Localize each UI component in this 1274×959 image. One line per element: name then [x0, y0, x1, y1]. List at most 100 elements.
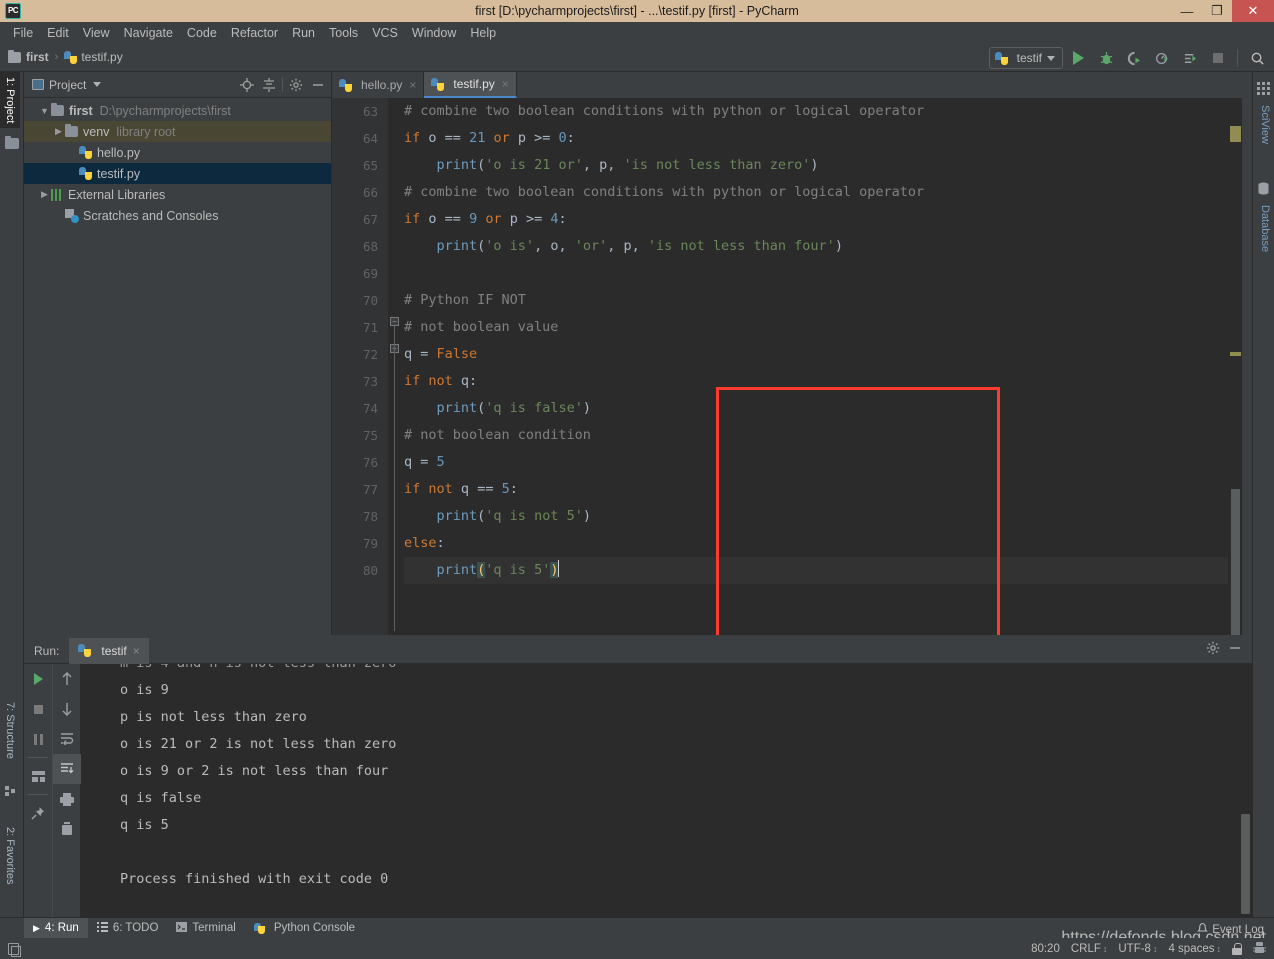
run-with-console-button[interactable]: [1177, 46, 1203, 70]
code-line[interactable]: # combine two boolean conditions with py…: [404, 179, 1242, 206]
inspection-icon[interactable]: [1253, 941, 1266, 957]
tree-expand-arrow[interactable]: ▼: [38, 106, 51, 116]
menu-vcs[interactable]: VCS: [365, 24, 405, 42]
tree-node-testif-py[interactable]: testif.py: [24, 163, 331, 184]
file-encoding[interactable]: UTF-8 ↕: [1118, 943, 1157, 955]
menu-navigate[interactable]: Navigate: [117, 24, 180, 42]
code-line[interactable]: print('q is not 5'): [404, 503, 1242, 530]
tree-node-scratches[interactable]: Scratches and Consoles: [24, 205, 331, 226]
chevron-down-icon[interactable]: [93, 82, 102, 87]
caret-position[interactable]: 80:20: [1031, 943, 1060, 955]
run-tab-testif[interactable]: testif ×: [69, 637, 149, 664]
sidebar-tab-structure[interactable]: 7: Structure: [0, 697, 20, 764]
hide-icon[interactable]: [1228, 641, 1242, 660]
sidebar-tab-sciview[interactable]: SciView: [1255, 100, 1274, 149]
tree-node-first[interactable]: ▼ first D:\pycharmprojects\first: [24, 100, 331, 121]
up-arrow-icon[interactable]: [53, 664, 81, 694]
scrollbar-thumb[interactable]: [1231, 489, 1240, 635]
bottom-tab-todo[interactable]: 6: TODO: [88, 918, 168, 939]
hide-icon[interactable]: [309, 76, 327, 94]
sidebar-tab-project[interactable]: 1: Project: [0, 72, 20, 129]
lock-icon[interactable]: [1232, 942, 1242, 955]
menu-run[interactable]: Run: [285, 24, 322, 42]
profile-button[interactable]: [1149, 46, 1175, 70]
tree-expand-arrow[interactable]: ▶: [52, 126, 65, 137]
code-line[interactable]: print('q is 5'): [404, 557, 1242, 584]
pin-icon[interactable]: [24, 798, 52, 828]
settings-icon[interactable]: [1206, 641, 1220, 660]
print-icon[interactable]: [53, 784, 81, 814]
coverage-button[interactable]: [1121, 46, 1147, 70]
code-line[interactable]: # not boolean value: [404, 314, 1242, 341]
code-line[interactable]: print('o is 21 or', p, 'is not less than…: [404, 152, 1242, 179]
locate-icon[interactable]: [238, 76, 256, 94]
down-arrow-icon[interactable]: [53, 694, 81, 724]
breadcrumb-file[interactable]: testif.py: [81, 50, 122, 64]
code-line[interactable]: # not boolean condition: [404, 422, 1242, 449]
toggle-toolbar-icon[interactable]: [8, 942, 21, 957]
code-content[interactable]: # combine two boolean conditions with py…: [404, 98, 1242, 635]
menu-code[interactable]: Code: [180, 24, 224, 42]
bottom-tab-terminal[interactable]: Terminal: [167, 918, 244, 939]
code-line[interactable]: else:: [404, 530, 1242, 557]
trash-icon[interactable]: [53, 814, 81, 844]
menu-help[interactable]: Help: [463, 24, 503, 42]
menu-tools[interactable]: Tools: [322, 24, 365, 42]
soft-wrap-icon[interactable]: [53, 724, 81, 754]
stop-icon[interactable]: [24, 694, 52, 724]
search-icon[interactable]: [1244, 46, 1270, 70]
code-line[interactable]: # Python IF NOT: [404, 287, 1242, 314]
scroll-to-end-icon[interactable]: [53, 754, 81, 784]
tree-node-external-libraries[interactable]: ▶ External Libraries: [24, 184, 331, 205]
tree-node-hello-py[interactable]: hello.py: [24, 142, 331, 163]
code-token: # not boolean condition: [404, 427, 591, 443]
pause-icon[interactable]: [24, 724, 52, 754]
code-editor[interactable]: 63 64 65 66 67 68 69 70 71 72 73 74 75 76 77 78 79 80 − −…: [332, 98, 1242, 635]
sidebar-tab-favorites[interactable]: 2: Favorites: [0, 822, 20, 889]
code-line[interactable]: if not q:: [404, 368, 1242, 395]
code-line[interactable]: # combine two boolean conditions with py…: [404, 98, 1242, 125]
editor-scrollbar[interactable]: [1228, 124, 1242, 635]
close-button[interactable]: ✕: [1232, 0, 1274, 22]
debug-button[interactable]: [1093, 46, 1119, 70]
settings-icon[interactable]: [287, 76, 305, 94]
maximize-button[interactable]: ❐: [1202, 0, 1232, 22]
fold-marker-icon[interactable]: −: [390, 317, 399, 326]
code-line[interactable]: if o == 9 or p >= 4:: [404, 206, 1242, 233]
breadcrumb-project[interactable]: first: [26, 50, 49, 64]
code-line[interactable]: q = 5: [404, 449, 1242, 476]
tree-node-venv[interactable]: ▶ venv library root: [24, 121, 331, 142]
code-line[interactable]: print('o is', o, 'or', p, 'is not less t…: [404, 233, 1242, 260]
run-configuration-selector[interactable]: testif: [988, 47, 1063, 69]
stop-button[interactable]: [1205, 46, 1231, 70]
close-icon[interactable]: ×: [502, 77, 509, 91]
code-line[interactable]: [404, 260, 1242, 287]
editor-tab-testif-py[interactable]: testif.py ×: [424, 72, 517, 98]
tree-expand-arrow[interactable]: ▶: [38, 189, 51, 200]
run-button[interactable]: [1065, 46, 1091, 70]
menu-file[interactable]: File: [6, 24, 40, 42]
code-line[interactable]: if o == 21 or p >= 0:: [404, 125, 1242, 152]
console-output[interactable]: m is 4 and n is not less than zero o is 9…: [80, 664, 1238, 919]
indent-setting[interactable]: 4 spaces ↕: [1168, 943, 1221, 955]
menu-refactor[interactable]: Refactor: [224, 24, 285, 42]
scrollbar-thumb[interactable]: [1241, 814, 1250, 914]
code-line[interactable]: print('q is false'): [404, 395, 1242, 422]
layout-icon[interactable]: [24, 761, 52, 791]
bottom-tab-run[interactable]: ▶ 4: Run: [24, 917, 88, 939]
code-line[interactable]: if not q == 5:: [404, 476, 1242, 503]
menu-edit[interactable]: Edit: [40, 24, 76, 42]
console-scrollbar[interactable]: [1238, 664, 1252, 919]
menu-window[interactable]: Window: [405, 24, 463, 42]
editor-tab-hello-py[interactable]: hello.py ×: [332, 72, 425, 98]
menu-view[interactable]: View: [76, 24, 117, 42]
bottom-tab-python-console[interactable]: Python Console: [245, 918, 364, 939]
rerun-icon[interactable]: [24, 664, 52, 694]
close-icon[interactable]: ×: [133, 644, 140, 658]
close-icon[interactable]: ×: [409, 78, 416, 92]
code-line[interactable]: q = False: [404, 341, 1242, 368]
minimize-button[interactable]: —: [1172, 0, 1202, 22]
line-separator[interactable]: CRLF ↕: [1071, 943, 1108, 955]
sidebar-tab-database[interactable]: Database: [1255, 200, 1274, 257]
collapse-all-icon[interactable]: [260, 76, 278, 94]
